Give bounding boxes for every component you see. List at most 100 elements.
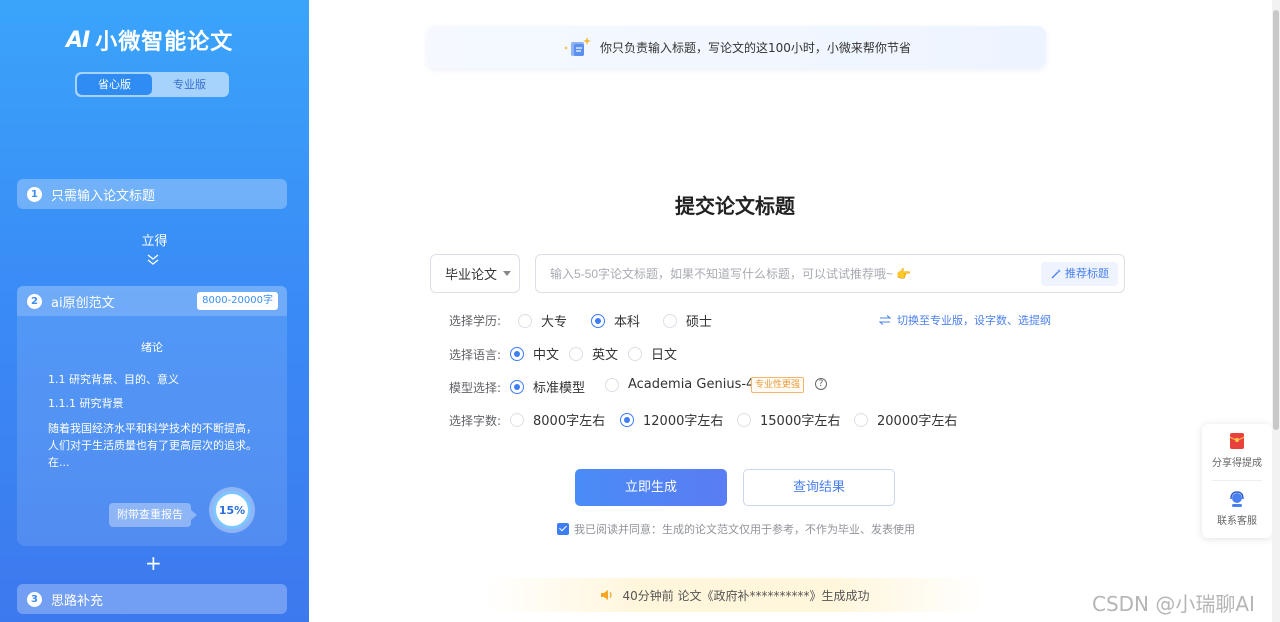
radio-label: 15000字左右 xyxy=(760,414,841,429)
word-range-badge: 8000-20000字 xyxy=(197,292,278,310)
agreement-checkbox[interactable] xyxy=(557,523,569,535)
double-chevron-down-icon xyxy=(147,254,159,265)
service-label: 联系客服 xyxy=(1217,516,1257,527)
progress-value: 15% xyxy=(213,491,251,529)
radio-icon xyxy=(628,346,642,361)
query-result-button[interactable]: 查询结果 xyxy=(743,469,895,506)
plagiarism-report-tag: 附带查重报告 xyxy=(109,503,197,527)
sidebar: AI 小微智能论文 省心版 专业版 1 只需输入论文标题 立得 2 ai原创范文… xyxy=(0,0,309,622)
draft-paragraph: 随着我国经济水平和科学技术的不断提高，人们对于生活质量也有了更高层次的追求。在.… xyxy=(48,422,257,469)
radio-icon xyxy=(569,346,583,361)
draft-section: 1.1 研究背景、目的、意义 xyxy=(48,373,179,386)
model-option-academia-genius[interactable]: Academia Genius-4.0 xyxy=(605,377,767,392)
radio-checked-icon xyxy=(510,346,524,361)
model-option-standard[interactable]: 标准模型 xyxy=(510,377,585,396)
draft-preview-card: 绪论 1.1 研究背景、目的、意义 1.1.1 研究背景 随着我国经济水平和科学… xyxy=(17,316,287,546)
step-number: 2 xyxy=(27,293,42,309)
progress-ring: 15% xyxy=(209,487,255,533)
radio-label: 硕士 xyxy=(686,315,713,330)
step-number: 3 xyxy=(27,591,42,607)
radio-label: 本科 xyxy=(614,315,641,330)
title-input-box: 推荐标题 xyxy=(535,254,1125,293)
radio-checked-icon xyxy=(510,379,524,394)
step-3: 3 思路补充 xyxy=(17,584,287,614)
radio-icon xyxy=(605,377,619,392)
radio-label: 20000字左右 xyxy=(877,414,958,429)
radio-icon xyxy=(518,313,532,328)
switch-link-text: 切换至专业版，设字数、选提纲 xyxy=(897,314,1051,327)
radio-checked-icon xyxy=(591,313,605,328)
agreement-text: 我已阅读并同意：生成的论文范文仅用于参考，不作为毕业、发表使用 xyxy=(574,523,915,536)
step-label: 思路补充 xyxy=(51,593,104,609)
logo-ai-mark: AI xyxy=(66,27,90,53)
document-sparkle-icon xyxy=(564,37,592,56)
caret-down-icon xyxy=(503,271,512,276)
share-commission-button[interactable]: 分享得提成 xyxy=(1202,432,1272,469)
education-option-bachelor[interactable]: 本科 xyxy=(591,311,640,330)
words-option-15000[interactable]: 15000字左右 xyxy=(737,410,840,429)
radio-label: 12000字左右 xyxy=(643,414,724,429)
radio-label: 英文 xyxy=(592,348,619,363)
radio-label: 日文 xyxy=(651,348,678,363)
pro-feature-tag: 专业性更强 xyxy=(751,377,805,393)
words-option-8000[interactable]: 8000字左右 xyxy=(510,410,605,429)
recommend-title-button[interactable]: 推荐标题 xyxy=(1041,262,1118,286)
help-icon[interactable]: ? xyxy=(815,378,827,390)
contact-service-button[interactable]: 联系客服 xyxy=(1202,490,1272,527)
language-option-english[interactable]: 英文 xyxy=(569,344,618,363)
language-option-chinese[interactable]: 中文 xyxy=(510,344,559,363)
radio-label: 标准模型 xyxy=(533,381,586,396)
logo: AI 小微智能论文 xyxy=(66,24,233,56)
radio-icon xyxy=(737,412,751,427)
generate-button[interactable]: 立即生成 xyxy=(575,469,727,506)
banner-text: 你只负责输入标题，写论文的这100小时，小微来帮你节省 xyxy=(600,40,911,55)
radio-checked-icon xyxy=(620,412,634,427)
education-label: 选择学历: xyxy=(449,314,502,328)
customer-service-icon xyxy=(1230,491,1244,507)
radio-label: Academia Genius-4.0 xyxy=(628,377,767,392)
words-option-20000[interactable]: 20000字左右 xyxy=(854,410,957,429)
generation-notice: 40分钟前 论文《政府补**********》生成成功 xyxy=(485,578,985,612)
education-option-junior-college[interactable]: 大专 xyxy=(518,311,567,330)
switch-to-pro-link[interactable]: 切换至专业版，设字数、选提纲 xyxy=(879,312,1051,328)
scrollbar-thumb[interactable] xyxy=(1273,10,1279,430)
paper-type-select[interactable]: 毕业论文 xyxy=(430,254,520,293)
education-option-master[interactable]: 硕士 xyxy=(663,311,712,330)
draft-heading: 绪论 xyxy=(141,341,163,354)
radio-icon xyxy=(663,313,677,328)
radio-label: 大专 xyxy=(541,315,568,330)
words-option-12000[interactable]: 12000字左右 xyxy=(620,410,723,429)
step-2: 2 ai原创范文 8000-20000字 xyxy=(17,286,287,316)
red-packet-icon xyxy=(1229,433,1245,449)
floating-action-panel: 分享得提成 联系客服 xyxy=(1202,424,1272,538)
switch-arrows-icon xyxy=(879,315,891,325)
word-count-label: 选择字数: xyxy=(449,414,502,428)
logo-text: 小微智能论文 xyxy=(95,30,234,55)
divider xyxy=(1212,480,1262,481)
scrollbar[interactable] xyxy=(1272,0,1280,622)
radio-label: 8000字左右 xyxy=(533,414,606,429)
version-pro-tab[interactable]: 专业版 xyxy=(152,74,227,95)
paper-type-value: 毕业论文 xyxy=(445,268,498,283)
language-label: 选择语言: xyxy=(449,348,502,362)
step-label: ai原创范文 xyxy=(51,295,115,311)
radio-icon xyxy=(510,412,524,427)
version-easy-tab[interactable]: 省心版 xyxy=(77,74,152,95)
watermark: CSDN @小瑞聊AI xyxy=(1092,592,1255,616)
plus-icon: + xyxy=(145,551,162,575)
recommend-title-label: 推荐标题 xyxy=(1065,267,1109,280)
draft-subsection: 1.1.1 研究背景 xyxy=(48,397,124,410)
radio-label: 中文 xyxy=(533,348,560,363)
version-toggle: 省心版 专业版 xyxy=(75,72,229,97)
agreement: 我已阅读并同意：生成的论文范文仅用于参考，不作为毕业、发表使用 xyxy=(557,521,915,537)
magic-wand-icon xyxy=(1051,269,1061,279)
model-label: 模型选择: xyxy=(449,381,502,395)
notice-text: 40分钟前 论文《政府补**********》生成成功 xyxy=(622,588,870,603)
page-title: 提交论文标题 xyxy=(675,194,795,218)
language-option-japanese[interactable]: 日文 xyxy=(628,344,677,363)
top-banner: 你只负责输入标题，写论文的这100小时，小微来帮你节省 xyxy=(427,26,1046,68)
radio-icon xyxy=(854,412,868,427)
title-input[interactable] xyxy=(550,255,1030,292)
share-label: 分享得提成 xyxy=(1212,458,1262,469)
instant-text: 立得 xyxy=(141,234,168,249)
